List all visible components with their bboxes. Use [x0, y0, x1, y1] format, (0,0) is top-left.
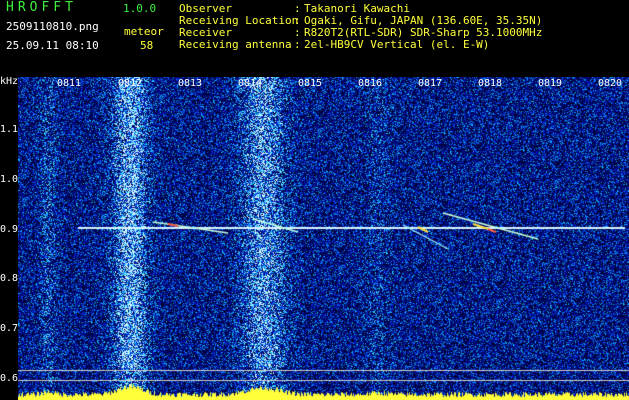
y-tick-label: 0.8 — [0, 273, 19, 284]
x-tick-label: 0818 — [477, 78, 503, 89]
y-tick-label: 1.1 — [0, 124, 19, 135]
x-tick-label: 0816 — [357, 78, 383, 89]
info-value-antenna: 2el-HB9CV Vertical (el. E-W) — [304, 38, 490, 51]
x-tick-label: 0819 — [537, 78, 563, 89]
info-label-antenna: Receiving antenna — [179, 38, 292, 51]
file-name: 2509110810.png — [6, 20, 99, 33]
x-tick-label: 0814 — [237, 78, 263, 89]
meteor-count: 58 — [140, 39, 154, 52]
x-tick-label: 0820 — [597, 78, 623, 89]
x-tick-label: 0812 — [117, 78, 143, 89]
y-tick-label: 0.9 — [0, 224, 19, 235]
y-axis-unit: kHz — [0, 76, 19, 87]
app-title: HROFFT — [6, 0, 77, 15]
y-tick-label: 0.7 — [0, 323, 19, 334]
date-time: 25.09.11 08:10 — [6, 39, 99, 52]
x-tick-label: 0817 — [417, 78, 443, 89]
x-tick-label: 0813 — [177, 78, 203, 89]
x-tick-label: 0811 — [56, 78, 82, 89]
x-tick-label: 0815 — [297, 78, 323, 89]
y-tick-label: 1.0 — [0, 174, 19, 185]
info-colon: : — [294, 38, 301, 51]
y-tick-label: 0.6 — [0, 373, 19, 384]
app-version: 1.0.0 — [123, 2, 157, 15]
spectrogram-panel: kHz 1.1 1.0 0.9 0.8 0.7 0.6 — [0, 77, 629, 400]
spectrogram-canvas — [18, 77, 629, 400]
mode-label: meteor — [124, 25, 164, 38]
info-header: HROFFT 1.0.0 2509110810.png meteor 25.09… — [0, 0, 629, 76]
